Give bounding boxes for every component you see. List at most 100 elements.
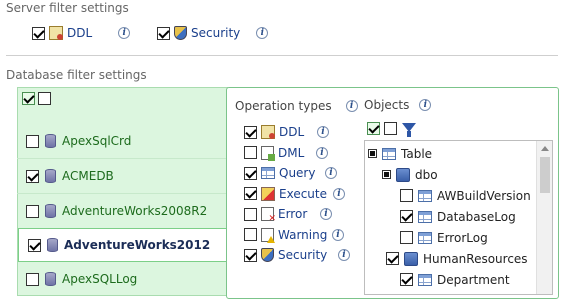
dml-icon <box>261 145 275 161</box>
tree-node-checkbox[interactable] <box>386 252 399 265</box>
info-icon[interactable]: i <box>338 249 350 262</box>
info-icon[interactable]: i <box>419 99 432 111</box>
tree-node-label: HumanResources <box>423 251 528 266</box>
operation-checkbox[interactable] <box>244 248 257 262</box>
ddl-icon <box>49 26 63 40</box>
tree-node[interactable]: Table <box>368 143 536 164</box>
tree-node[interactable]: HumanResources <box>368 248 536 269</box>
tree-node-checkbox[interactable] <box>400 231 413 244</box>
database-icon <box>47 238 58 252</box>
execute-icon <box>261 186 275 201</box>
server-ddl-option[interactable]: DDL i <box>32 26 131 40</box>
tree-node-label: Department <box>437 272 510 287</box>
info-icon[interactable]: i <box>332 228 344 241</box>
database-item[interactable]: ApexSQLLog <box>17 262 228 296</box>
operation-checkbox[interactable] <box>244 166 257 180</box>
info-icon[interactable]: i <box>256 27 269 39</box>
tree-node-label: AWBuildVersion <box>437 188 531 203</box>
objects-tree[interactable]: Table dbo AWBuildVersion DatabaseLog Err… <box>364 140 553 295</box>
database-checkbox[interactable] <box>26 134 39 148</box>
select-toolbar <box>22 92 51 105</box>
operation-label: Execute <box>279 186 327 201</box>
tree-node-label: DatabaseLog <box>437 209 516 224</box>
operation-types-header: Operation types i <box>235 99 358 113</box>
tree-node-label: ErrorLog <box>437 230 488 245</box>
tree-node-checkbox[interactable] <box>400 273 413 286</box>
info-icon[interactable]: i <box>333 187 345 200</box>
database-label: AdventureWorks2012 <box>64 238 211 252</box>
info-icon[interactable]: i <box>345 100 358 112</box>
tree-expander[interactable] <box>382 170 391 179</box>
deselect-all-icon[interactable] <box>384 121 397 135</box>
database-list: ApexSqlCrd ACMEDB AdventureWorks2008R2 A… <box>17 124 229 296</box>
database-checkbox[interactable] <box>28 238 41 252</box>
select-all-icon[interactable] <box>367 121 380 135</box>
operation-item[interactable]: Warning i <box>244 225 350 246</box>
error-icon <box>261 207 276 224</box>
info-icon[interactable]: i <box>317 126 329 139</box>
operation-item[interactable]: Error i <box>244 204 350 225</box>
database-label: ApexSQLLog <box>62 272 138 286</box>
tree-node[interactable]: ErrorLog <box>368 227 536 248</box>
operation-item[interactable]: Execute i <box>244 184 350 205</box>
database-label: AdventureWorks2008R2 <box>62 204 208 218</box>
tree-node[interactable]: dbo <box>368 164 536 185</box>
database-filter-title: Database filter settings <box>6 68 147 82</box>
operation-label: Security <box>278 248 328 263</box>
database-checkbox[interactable] <box>26 169 39 183</box>
deselect-all-icon[interactable] <box>38 92 51 105</box>
warning-icon <box>261 227 275 243</box>
database-checkbox[interactable] <box>26 204 39 218</box>
operation-types-title: Operation types <box>235 99 332 113</box>
filter-icon-wrap[interactable] <box>401 121 417 137</box>
objects-header: Objects i <box>364 98 432 112</box>
ddl-icon <box>261 125 275 140</box>
table-icon <box>418 189 432 202</box>
tree-node[interactable]: DatabaseLog <box>368 206 536 227</box>
operation-label: DDL <box>279 125 305 140</box>
table-icon <box>418 210 432 223</box>
operation-checkbox[interactable] <box>244 187 257 201</box>
scroll-up-arrow-icon[interactable] <box>541 146 549 151</box>
server-security-label: Security <box>191 26 241 40</box>
operation-checkbox[interactable] <box>244 228 257 242</box>
info-icon[interactable]: i <box>316 146 328 159</box>
operation-checkbox[interactable] <box>244 125 257 139</box>
database-item[interactable]: ACMEDB <box>17 159 228 193</box>
tree-node-checkbox[interactable] <box>400 189 413 202</box>
schema-icon <box>404 251 418 266</box>
server-security-checkbox[interactable] <box>157 26 170 40</box>
server-ddl-checkbox[interactable] <box>32 26 45 40</box>
database-item[interactable]: ApexSqlCrd <box>17 124 228 158</box>
section-divider <box>6 55 558 56</box>
database-item-selected[interactable]: AdventureWorks2012 <box>18 228 229 262</box>
tree-expander[interactable] <box>368 149 377 158</box>
info-icon[interactable]: i <box>320 208 332 221</box>
server-security-option[interactable]: Security i <box>157 26 269 40</box>
operation-item[interactable]: DDL i <box>244 122 350 143</box>
tree-node-label: Table <box>401 146 433 161</box>
operation-checkbox[interactable] <box>244 207 257 221</box>
operation-item[interactable]: DML i <box>244 143 350 164</box>
database-label: ACMEDB <box>62 169 114 183</box>
database-label: ApexSqlCrd <box>62 134 132 148</box>
select-all-icon[interactable] <box>22 92 35 105</box>
tree-node[interactable]: Department <box>368 269 536 290</box>
tree-node[interactable]: AWBuildVersion <box>368 185 536 206</box>
objects-scrollbar[interactable] <box>536 141 552 294</box>
operation-checkbox[interactable] <box>244 146 257 160</box>
info-icon[interactable]: i <box>325 167 337 180</box>
database-checkbox[interactable] <box>26 272 39 286</box>
table-icon <box>418 273 432 286</box>
server-ddl-label: DDL <box>67 26 93 40</box>
table-icon <box>382 147 396 160</box>
server-filter-title: Server filter settings <box>6 1 129 15</box>
database-icon <box>45 204 56 218</box>
operation-item[interactable]: Security i <box>244 245 350 266</box>
scroll-thumb[interactable] <box>540 157 550 193</box>
tree-node-checkbox[interactable] <box>400 210 413 223</box>
operation-item[interactable]: Query i <box>244 163 350 184</box>
database-item[interactable]: AdventureWorks2008R2 <box>17 194 228 228</box>
filter-icon <box>402 123 416 137</box>
info-icon[interactable]: i <box>118 27 131 39</box>
